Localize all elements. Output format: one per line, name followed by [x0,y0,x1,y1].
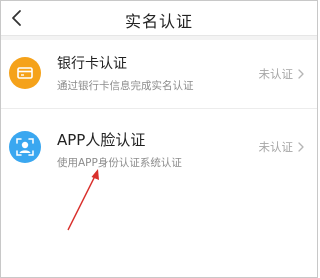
screen-frame: 实名认证 银行卡认证 通过银行卡信息完成实名认证 未认证 APP人脸认证 使用A… [0,0,318,278]
bank-card-auth-item[interactable]: 银行卡认证 通过银行卡信息完成实名认证 未认证 [1,40,317,108]
nav-bar: 实名认证 [1,1,317,36]
bank-card-auth-subtitle: 通过银行卡信息完成实名认证 [57,80,194,92]
chevron-right-icon [298,69,304,79]
empty-area [1,180,317,277]
face-auth-item[interactable]: APP人脸认证 使用APP身份认证系统认证 未认证 [1,109,317,179]
bank-card-icon [9,57,41,89]
face-auth-title: APP人脸认证 [57,131,146,149]
page-title: 实名认证 [124,12,193,31]
bank-card-auth-status: 未认证 [258,67,294,81]
bank-card-auth-title: 银行卡认证 [57,56,127,72]
chevron-right-icon [298,142,304,152]
face-auth-subtitle: 使用APP身份认证系统认证 [57,157,182,169]
face-auth-status: 未认证 [258,140,294,154]
face-recognition-icon [9,131,41,163]
